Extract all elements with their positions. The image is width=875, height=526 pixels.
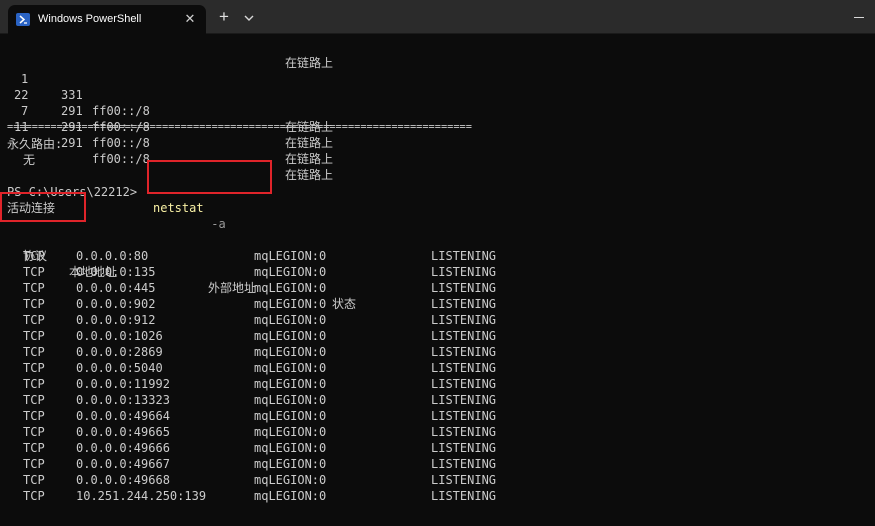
- row-proto: TCP: [23, 361, 45, 375]
- row-foreign: mqLEGION:0: [254, 297, 327, 311]
- tab-windows-powershell[interactable]: Windows PowerShell ✕: [8, 5, 206, 34]
- row-proto: TCP: [23, 489, 45, 503]
- tab-title: Windows PowerShell: [38, 13, 142, 25]
- persistent-routes-label: 永久路由:: [7, 137, 63, 151]
- row-local: 0.0.0.0:49666: [76, 441, 170, 455]
- heading-highlight-box: [0, 192, 86, 222]
- route-metric: 291: [61, 136, 83, 150]
- row-foreign: mqLEGION:0: [254, 281, 327, 295]
- row-state: LISTENING: [431, 281, 497, 295]
- row-local: 0.0.0.0:49667: [76, 457, 170, 471]
- row-state: LISTENING: [431, 297, 497, 311]
- row-foreign: mqLEGION:0: [254, 313, 327, 327]
- row-local: 0.0.0.0:135: [76, 265, 156, 279]
- row-proto: TCP: [23, 457, 45, 471]
- prompt-line: PS C:\Users\22212> netstat -a: [7, 168, 226, 231]
- row-local: 0.0.0.0:445: [76, 281, 156, 295]
- row-proto: TCP: [23, 313, 45, 327]
- terminal-output[interactable]: 在链路上 1 331 ff00::/8 在链路上 22 291 ff00::/8…: [7, 39, 867, 519]
- row-state: LISTENING: [431, 425, 497, 439]
- row-local: 0.0.0.0:49665: [76, 425, 170, 439]
- row-state: LISTENING: [431, 409, 497, 423]
- route-metric: 331: [61, 88, 83, 102]
- route-row: 7 291 ff00::/8 在链路上: [7, 87, 333, 166]
- row-proto: TCP: [23, 297, 45, 311]
- row-state: LISTENING: [431, 265, 497, 279]
- close-icon[interactable]: ✕: [182, 11, 198, 27]
- row-state: LISTENING: [431, 457, 497, 471]
- row-foreign: mqLEGION:0: [254, 409, 327, 423]
- row-foreign: mqLEGION:0: [254, 489, 327, 503]
- row-foreign: mqLEGION:0: [254, 345, 327, 359]
- route-line-partial: 在链路上: [7, 39, 333, 70]
- row-foreign: mqLEGION:0: [254, 249, 327, 263]
- row-local: 0.0.0.0:49664: [76, 409, 170, 423]
- row-foreign: mqLEGION:0: [254, 377, 327, 391]
- row-proto: TCP: [23, 265, 45, 279]
- row-foreign: mqLEGION:0: [254, 457, 327, 471]
- row-proto: TCP: [23, 345, 45, 359]
- row-proto: TCP: [23, 249, 45, 263]
- route-dest: ff00::/8: [92, 136, 150, 150]
- command-argument: -a: [204, 217, 226, 231]
- chevron-down-icon[interactable]: [241, 9, 257, 27]
- row-foreign: mqLEGION:0: [254, 473, 327, 487]
- row-local: 0.0.0.0:80: [76, 249, 149, 263]
- row-proto: TCP: [23, 329, 45, 343]
- command-highlight-box: [147, 160, 272, 194]
- row-proto: TCP: [23, 377, 45, 391]
- row-foreign: mqLEGION:0: [254, 265, 327, 279]
- row-local: 0.0.0.0:13323: [76, 393, 170, 407]
- route-dest: ff00::/8: [92, 104, 150, 118]
- route-status: 在链路上: [285, 136, 334, 150]
- persistent-routes-value: 无: [23, 153, 36, 167]
- route-status: 在链路上: [285, 56, 334, 70]
- row-state: LISTENING: [431, 377, 497, 391]
- row-local: 10.251.244.250:139: [76, 489, 207, 503]
- row-state: LISTENING: [431, 473, 497, 487]
- row-proto: TCP: [23, 425, 45, 439]
- row-state: LISTENING: [431, 249, 497, 263]
- command-text: netstat: [153, 201, 204, 215]
- row-state: LISTENING: [431, 345, 497, 359]
- row-state: LISTENING: [431, 393, 497, 407]
- header-foreign: 外部地址: [208, 281, 257, 295]
- separator-line: ========================================…: [7, 121, 472, 133]
- route-status: 在链路上: [285, 152, 334, 166]
- route-metric: 291: [61, 104, 83, 118]
- title-bar: Windows PowerShell ✕ +: [0, 0, 875, 34]
- row-local: 0.0.0.0:1026: [76, 329, 163, 343]
- row-state: LISTENING: [431, 489, 497, 503]
- row-foreign: mqLEGION:0: [254, 393, 327, 407]
- route-row: 22 291 ff00::/8 在链路上: [7, 71, 333, 150]
- row-proto: TCP: [23, 409, 45, 423]
- row-state: LISTENING: [431, 313, 497, 327]
- route-row: 11 291 ff00::/8 在链路上: [7, 103, 333, 182]
- row-proto: TCP: [23, 473, 45, 487]
- powershell-icon: [16, 13, 30, 26]
- row-state: LISTENING: [431, 441, 497, 455]
- row-foreign: mqLEGION:0: [254, 329, 327, 343]
- row-foreign: mqLEGION:0: [254, 361, 327, 375]
- plus-icon[interactable]: +: [214, 8, 234, 28]
- row-state: LISTENING: [431, 361, 497, 375]
- row-local: 0.0.0.0:11992: [76, 377, 170, 391]
- row-local: 0.0.0.0:902: [76, 297, 156, 311]
- row-foreign: mqLEGION:0: [254, 425, 327, 439]
- row-local: 0.0.0.0:2869: [76, 345, 163, 359]
- route-dest: ff00::/8: [92, 152, 150, 166]
- row-proto: TCP: [23, 393, 45, 407]
- row-proto: TCP: [23, 281, 45, 295]
- row-local: 0.0.0.0:49668: [76, 473, 170, 487]
- row-foreign: mqLEGION:0: [254, 441, 327, 455]
- row-proto: TCP: [23, 441, 45, 455]
- route-status: 在链路上: [285, 168, 334, 182]
- row-local: 0.0.0.0:912: [76, 313, 156, 327]
- row-local: 0.0.0.0:5040: [76, 361, 163, 375]
- row-state: LISTENING: [431, 329, 497, 343]
- route-row: 1 331 ff00::/8 在链路上: [7, 55, 333, 134]
- netstat-header-row: 协议 本地地址 外部地址 状态: [7, 232, 356, 311]
- header-state: 状态: [332, 297, 357, 311]
- minimize-icon[interactable]: [851, 8, 867, 24]
